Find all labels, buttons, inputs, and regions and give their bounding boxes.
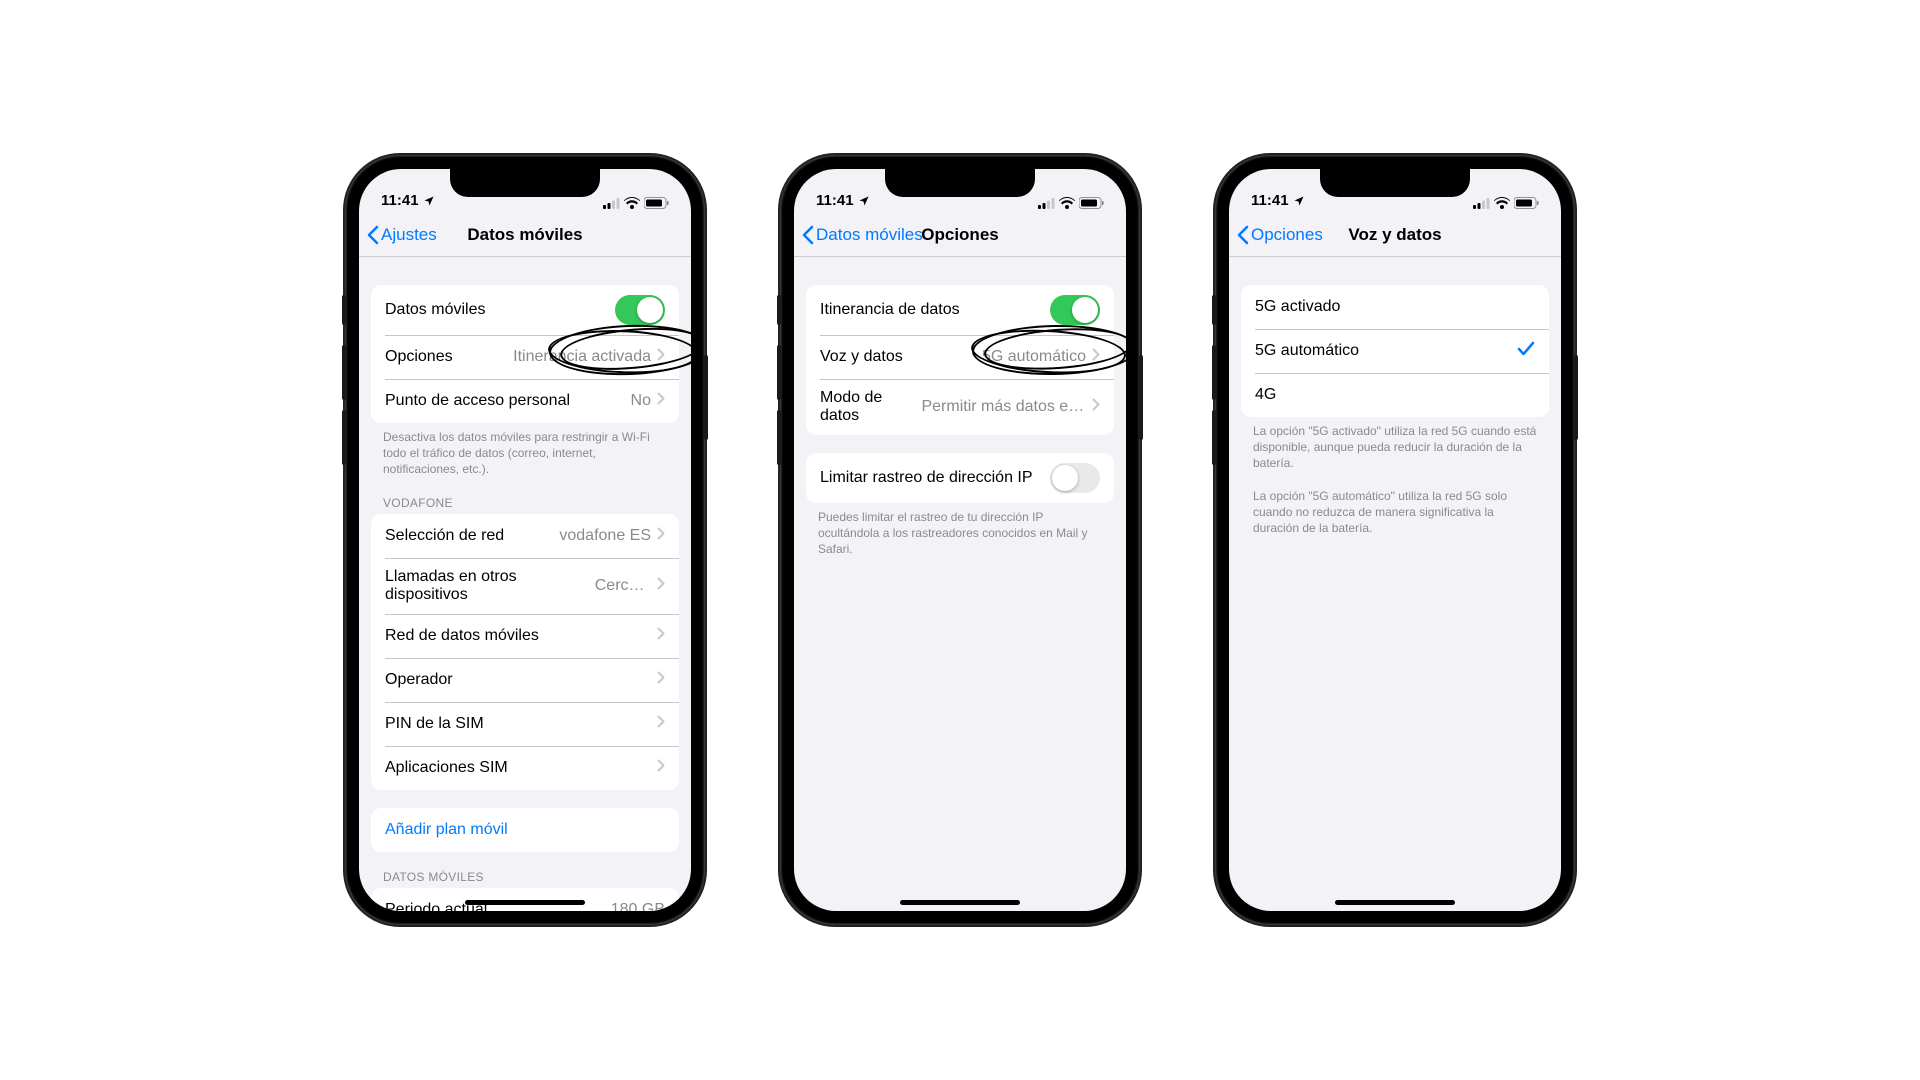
chevron-left-icon bbox=[367, 225, 379, 245]
chevron-left-icon bbox=[802, 225, 814, 245]
chevron-right-icon bbox=[657, 392, 665, 410]
chevron-right-icon bbox=[657, 671, 665, 689]
phone-mockup-3: 11:41 Opciones Voz y datos 5G activado bbox=[1215, 155, 1575, 925]
navigation-bar: Ajustes Datos móviles bbox=[359, 213, 691, 257]
location-icon bbox=[1293, 195, 1305, 207]
sim-pin-row[interactable]: PIN de la SIM bbox=[371, 702, 679, 746]
battery-icon bbox=[1079, 197, 1104, 209]
phone-mockup-1: 11:41 Ajustes Datos móviles Datos móvile… bbox=[345, 155, 705, 925]
back-label: Datos móviles bbox=[816, 225, 923, 245]
chevron-right-icon bbox=[657, 627, 665, 645]
navigation-bar: Opciones Voz y datos bbox=[1229, 213, 1561, 257]
location-icon bbox=[423, 195, 435, 207]
device-notch bbox=[450, 169, 600, 197]
vodafone-group: Selección de red vodafone ES Llamadas en… bbox=[371, 514, 679, 790]
vodafone-header: VODAFONE bbox=[359, 478, 691, 514]
battery-icon bbox=[644, 197, 669, 209]
chevron-right-icon bbox=[657, 527, 665, 545]
voice-data-footer-2: La opción "5G automático" utiliza la red… bbox=[1229, 482, 1561, 537]
add-plan-row[interactable]: Añadir plan móvil bbox=[371, 808, 679, 852]
voice-data-options-group: 5G activado 5G automático 4G bbox=[1241, 285, 1549, 417]
cellular-data-toggle[interactable] bbox=[615, 295, 665, 325]
option-4g-row[interactable]: 4G bbox=[1241, 373, 1549, 417]
back-button[interactable]: Opciones bbox=[1229, 225, 1323, 245]
cellular-data-label: Datos móviles bbox=[385, 301, 485, 319]
chevron-right-icon bbox=[1092, 398, 1100, 416]
add-plan-group: Añadir plan móvil bbox=[371, 808, 679, 852]
device-notch bbox=[1320, 169, 1470, 197]
carrier-row[interactable]: Operador bbox=[371, 658, 679, 702]
chevron-right-icon bbox=[657, 348, 665, 366]
chevron-right-icon bbox=[657, 759, 665, 777]
calls-on-devices-row[interactable]: Llamadas en otros dispositivos Cerca… bbox=[371, 558, 679, 614]
status-time: 11:41 bbox=[1251, 192, 1289, 209]
data-roaming-row[interactable]: Itinerancia de datos bbox=[806, 285, 1114, 335]
settings-content: 5G activado 5G automático 4G La opción "… bbox=[1229, 257, 1561, 911]
add-plan-label: Añadir plan móvil bbox=[385, 821, 508, 839]
navigation-bar: Datos móviles Opciones bbox=[794, 213, 1126, 257]
ip-tracking-footer: Puedes limitar el rastreo de tu direcció… bbox=[794, 503, 1126, 558]
settings-content: Datos móviles Opciones Itinerancia activ… bbox=[359, 257, 691, 911]
location-icon bbox=[858, 195, 870, 207]
cellular-signal-icon bbox=[1038, 198, 1055, 209]
home-indicator bbox=[900, 900, 1020, 905]
chevron-right-icon bbox=[1092, 348, 1100, 366]
cellular-signal-icon bbox=[1473, 198, 1490, 209]
option-5g-auto-row[interactable]: 5G automático bbox=[1241, 329, 1549, 373]
ip-tracking-group: Limitar rastreo de dirección IP bbox=[806, 453, 1114, 503]
battery-icon bbox=[1514, 197, 1539, 209]
back-label: Opciones bbox=[1251, 225, 1323, 245]
options-label: Opciones bbox=[385, 348, 453, 366]
chevron-left-icon bbox=[1237, 225, 1249, 245]
status-time: 11:41 bbox=[381, 192, 419, 209]
wifi-icon bbox=[1059, 197, 1075, 209]
wifi-icon bbox=[624, 197, 640, 209]
status-time: 11:41 bbox=[816, 192, 854, 209]
voice-data-footer-1: La opción "5G activado" utiliza la red 5… bbox=[1229, 417, 1561, 472]
back-button[interactable]: Ajustes bbox=[359, 225, 437, 245]
data-mode-row[interactable]: Modo de datos Permitir más datos en… bbox=[806, 379, 1114, 435]
options-group: Itinerancia de datos Voz y datos 5G auto… bbox=[806, 285, 1114, 435]
options-row[interactable]: Opciones Itinerancia activada bbox=[371, 335, 679, 379]
sim-apps-row[interactable]: Aplicaciones SIM bbox=[371, 746, 679, 790]
limit-ip-tracking-row[interactable]: Limitar rastreo de dirección IP bbox=[806, 453, 1114, 503]
network-selection-row[interactable]: Selección de red vodafone ES bbox=[371, 514, 679, 558]
hotspot-row[interactable]: Punto de acceso personal No bbox=[371, 379, 679, 423]
settings-content: Itinerancia de datos Voz y datos 5G auto… bbox=[794, 257, 1126, 911]
options-value: Itinerancia activada bbox=[513, 348, 651, 366]
phone-mockup-2: 11:41 Datos móviles Opciones Itinerancia… bbox=[780, 155, 1140, 925]
data-usage-header: DATOS MÓVILES bbox=[359, 852, 691, 888]
cellular-network-row[interactable]: Red de datos móviles bbox=[371, 614, 679, 658]
device-notch bbox=[885, 169, 1035, 197]
data-roaming-toggle[interactable] bbox=[1050, 295, 1100, 325]
option-5g-on-row[interactable]: 5G activado bbox=[1241, 285, 1549, 329]
home-indicator bbox=[1335, 900, 1455, 905]
home-indicator bbox=[465, 900, 585, 905]
hotspot-value: No bbox=[631, 392, 651, 410]
limit-ip-tracking-toggle[interactable] bbox=[1050, 463, 1100, 493]
back-label: Ajustes bbox=[381, 225, 437, 245]
cellular-signal-icon bbox=[603, 198, 620, 209]
hotspot-label: Punto de acceso personal bbox=[385, 392, 570, 410]
back-button[interactable]: Datos móviles bbox=[794, 225, 923, 245]
cellular-footer: Desactiva los datos móviles para restrin… bbox=[359, 423, 691, 478]
cellular-data-toggle-row[interactable]: Datos móviles bbox=[371, 285, 679, 335]
cellular-main-group: Datos móviles Opciones Itinerancia activ… bbox=[371, 285, 679, 423]
chevron-right-icon bbox=[657, 577, 665, 595]
wifi-icon bbox=[1494, 197, 1510, 209]
chevron-right-icon bbox=[657, 715, 665, 733]
voice-data-row[interactable]: Voz y datos 5G automático bbox=[806, 335, 1114, 379]
checkmark-icon bbox=[1517, 341, 1535, 362]
